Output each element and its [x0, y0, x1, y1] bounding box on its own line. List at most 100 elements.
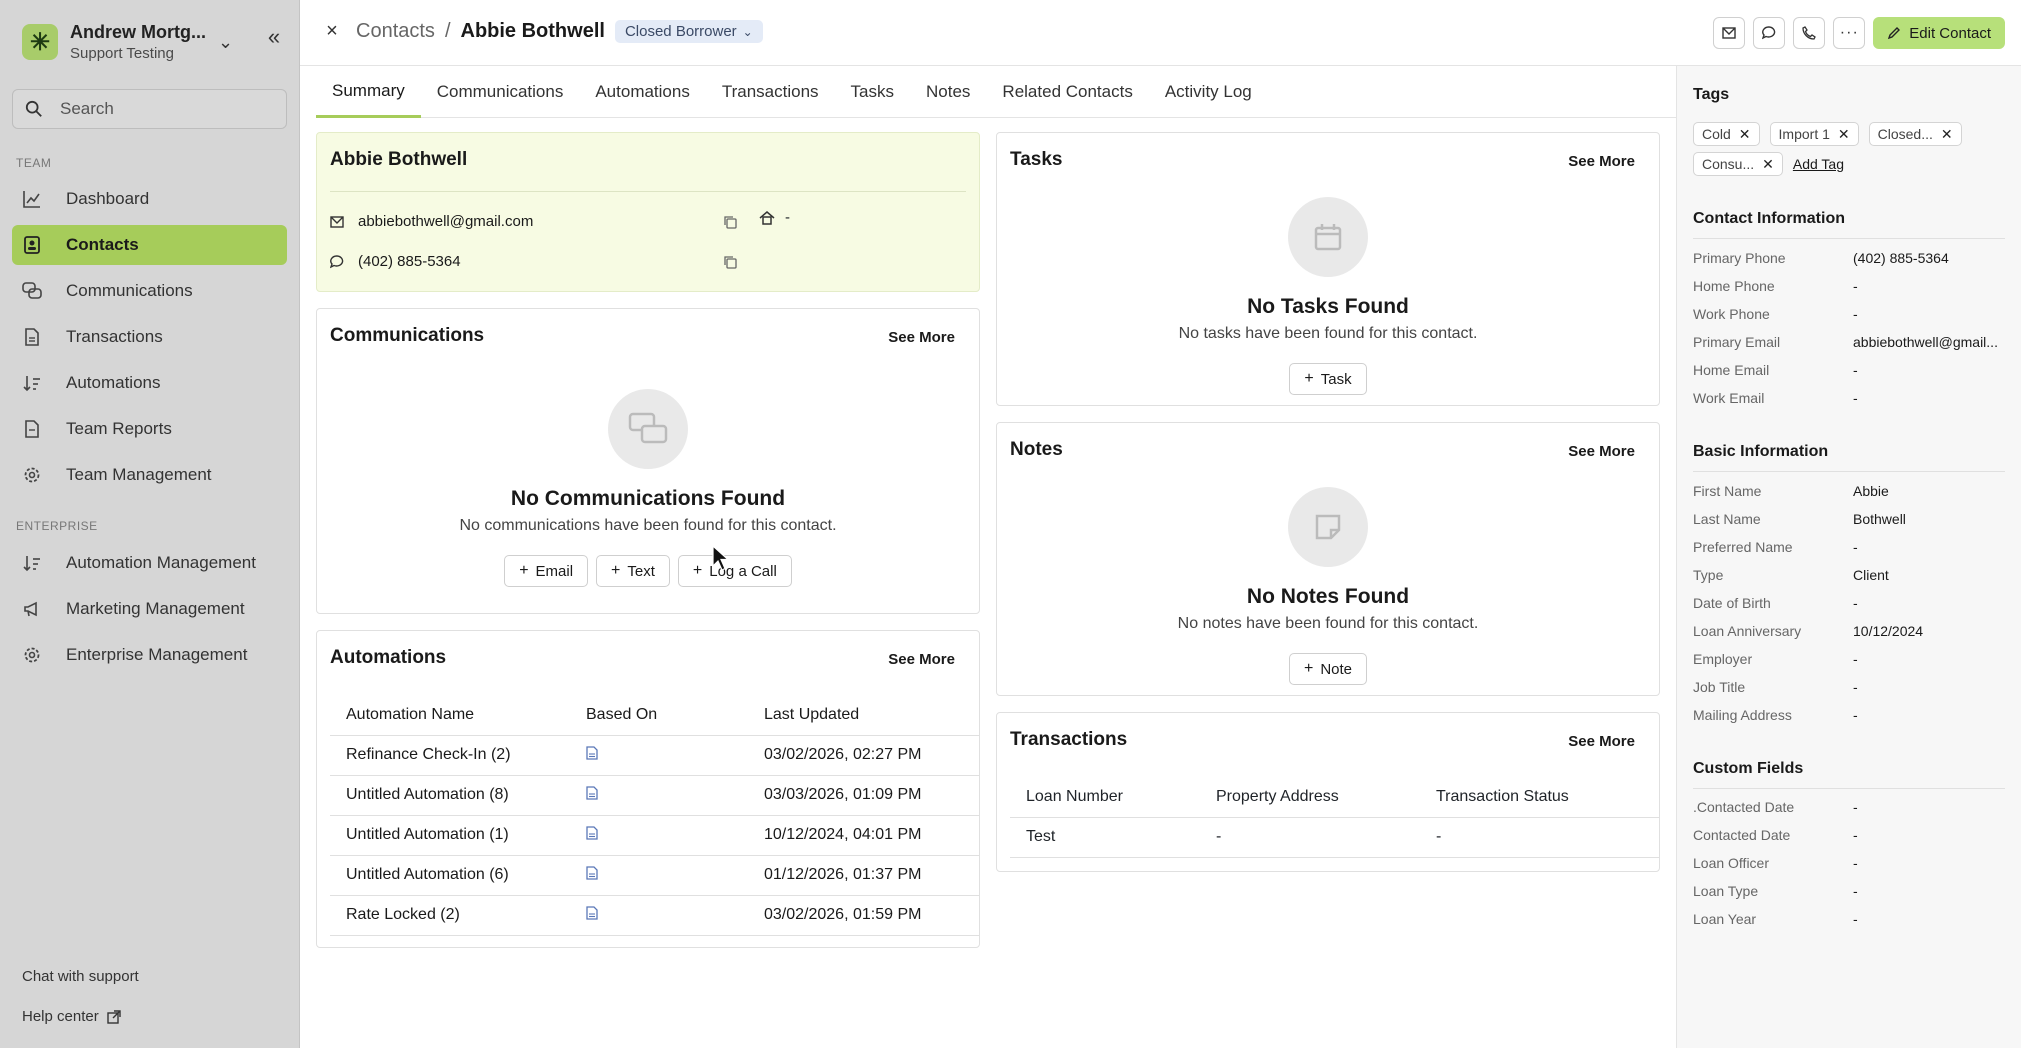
collapse-sidebar-icon[interactable]: « — [262, 26, 286, 50]
table-row[interactable]: Untitled Automation (6) 01/12/2026, 01:3… — [330, 855, 980, 896]
table-row[interactable]: Refinance Check-In (2) 03/02/2026, 02:27… — [330, 735, 980, 776]
nav-automation-management[interactable]: Automation Management — [12, 543, 287, 583]
communications-see-more[interactable]: See More — [888, 329, 955, 346]
tab-related-contacts[interactable]: Related Contacts — [986, 66, 1148, 118]
tab-bar: Summary Communications Automations Trans… — [316, 66, 1676, 118]
tab-notes[interactable]: Notes — [910, 66, 986, 118]
nav-enterprise-management[interactable]: Enterprise Management — [12, 635, 287, 675]
document-icon[interactable] — [570, 895, 748, 936]
communications-title: Communications — [330, 325, 485, 346]
tag[interactable]: Closed... ✕ — [1868, 122, 1962, 146]
add-email-button[interactable]: + Email — [504, 555, 589, 587]
info-key: Primary Email — [1693, 334, 1781, 350]
nav-team-management[interactable]: Team Management — [12, 455, 287, 495]
notes-empty-title: No Notes Found — [1246, 585, 1410, 608]
info-value: - — [1853, 595, 1858, 611]
notes-empty-subtitle: No notes have been found for this contac… — [1177, 615, 1479, 632]
search-input[interactable] — [60, 99, 260, 119]
nav-marketing-management[interactable]: Marketing Management — [12, 589, 287, 629]
tasks-see-more[interactable]: See More — [1568, 153, 1635, 170]
tab-tasks[interactable]: Tasks — [835, 66, 910, 118]
last-updated: 10/12/2024, 04:01 PM — [748, 815, 980, 856]
automation-name: Untitled Automation (8) — [330, 775, 570, 816]
tag[interactable]: Import 1 ✕ — [1769, 122, 1859, 146]
info-key: First Name — [1693, 483, 1762, 499]
tag[interactable]: Consu... ✕ — [1693, 152, 1783, 176]
status-dropdown[interactable]: Closed Borrower ⌄ — [614, 20, 763, 43]
table-row[interactable]: Untitled Automation (1) 10/12/2024, 04:0… — [330, 815, 980, 856]
nav-dashboard[interactable]: Dashboard — [12, 179, 287, 219]
info-value: Client — [1853, 567, 1889, 583]
tab-summary[interactable]: Summary — [316, 66, 421, 118]
close-icon[interactable]: × — [320, 20, 344, 44]
close-icon[interactable]: ✕ — [1838, 126, 1850, 143]
top-bar: × Contacts / Abbie Bothwell Closed Borro… — [300, 0, 2021, 66]
email-button[interactable] — [1713, 17, 1746, 49]
notes-see-more[interactable]: See More — [1568, 443, 1635, 460]
copy-icon[interactable] — [723, 255, 737, 269]
contact-email-row: abbiebothwell@gmail.com — [330, 213, 533, 230]
contact-email[interactable]: abbiebothwell@gmail.com — [358, 213, 533, 230]
tab-transactions[interactable]: Transactions — [706, 66, 835, 118]
nav-label: Dashboard — [66, 189, 150, 208]
org-switcher[interactable]: ✳ Andrew Mortg... Support Testing ⌄ — [22, 20, 292, 64]
log-call-button[interactable]: + Log a Call — [677, 555, 792, 587]
call-button[interactable] — [1793, 17, 1826, 49]
communications-empty-title: No Communications Found — [510, 487, 786, 510]
nav-team-reports[interactable]: Team Reports — [12, 409, 287, 449]
info-key: Date of Birth — [1693, 595, 1771, 611]
help-center-link[interactable]: Help center — [22, 1008, 121, 1025]
tab-communications[interactable]: Communications — [421, 66, 580, 118]
add-note-button[interactable]: + Note — [1288, 653, 1368, 685]
megaphone-icon — [22, 599, 42, 619]
close-icon[interactable]: ✕ — [1762, 156, 1774, 173]
external-link-icon — [107, 1009, 121, 1024]
close-icon[interactable]: ✕ — [1941, 126, 1953, 143]
transactions-see-more[interactable]: See More — [1568, 733, 1635, 750]
info-row: Work Phone - — [1693, 306, 2013, 322]
nav-label: Contacts — [66, 235, 139, 254]
table-row[interactable]: Test - - — [1010, 817, 1660, 858]
tag[interactable]: Cold ✕ — [1693, 122, 1760, 146]
info-row: Work Email - — [1693, 390, 2013, 406]
document-icon[interactable] — [570, 775, 748, 816]
more-options-button[interactable]: ··· — [1833, 17, 1866, 49]
info-value: Bothwell — [1853, 511, 1906, 527]
nav-transactions[interactable]: Transactions — [12, 317, 287, 357]
document-icon[interactable] — [570, 855, 748, 896]
message-button[interactable] — [1753, 17, 1786, 49]
chat-support-link[interactable]: Chat with support — [22, 968, 139, 985]
tab-activity-log[interactable]: Activity Log — [1149, 66, 1268, 118]
document-icon[interactable] — [570, 815, 748, 856]
add-tag-link[interactable]: Add Tag — [1793, 152, 1844, 176]
tasks-empty-subtitle: No tasks have been found for this contac… — [1178, 325, 1478, 342]
edit-contact-button[interactable]: Edit Contact — [1873, 17, 2005, 49]
info-key: Loan Year — [1693, 911, 1757, 927]
nav-label: Team Management — [66, 465, 212, 484]
nav-automations[interactable]: Automations — [12, 363, 287, 403]
breadcrumb-contacts[interactable]: Contacts — [356, 20, 435, 43]
tab-automations[interactable]: Automations — [579, 66, 706, 118]
info-value: - — [1853, 707, 1858, 723]
tag-label: Closed... — [1877, 126, 1933, 142]
copy-icon[interactable] — [723, 215, 737, 229]
table-row[interactable]: Untitled Automation (8) 03/03/2026, 01:0… — [330, 775, 980, 816]
add-text-button[interactable]: + Text — [596, 555, 670, 587]
info-row: Loan Officer - — [1693, 855, 2013, 871]
chevron-down-icon[interactable]: ⌄ — [218, 32, 233, 53]
nav-contacts[interactable]: Contacts — [12, 225, 287, 265]
table-row[interactable]: Rate Locked (2) 03/02/2026, 01:59 PM — [330, 895, 980, 936]
breadcrumb: Contacts / Abbie Bothwell Closed Borrowe… — [356, 20, 763, 43]
automations-see-more[interactable]: See More — [888, 651, 955, 668]
tag-list: Cold ✕ Import 1 ✕ Closed... ✕ Consu... ✕ Add… — [1693, 122, 2013, 182]
search-box[interactable] — [12, 89, 287, 129]
column-header: Property Address — [1200, 777, 1420, 818]
contact-phone[interactable]: (402) 885-5364 — [358, 253, 461, 270]
main-content: × Contacts / Abbie Bothwell Closed Borro… — [300, 0, 2021, 1048]
nav-communications[interactable]: Communications — [12, 271, 287, 311]
info-key: Preferred Name — [1693, 539, 1793, 555]
document-icon[interactable] — [570, 735, 748, 776]
home-icon — [759, 210, 775, 225]
add-task-button[interactable]: + Task — [1289, 363, 1367, 395]
close-icon[interactable]: ✕ — [1739, 126, 1751, 143]
